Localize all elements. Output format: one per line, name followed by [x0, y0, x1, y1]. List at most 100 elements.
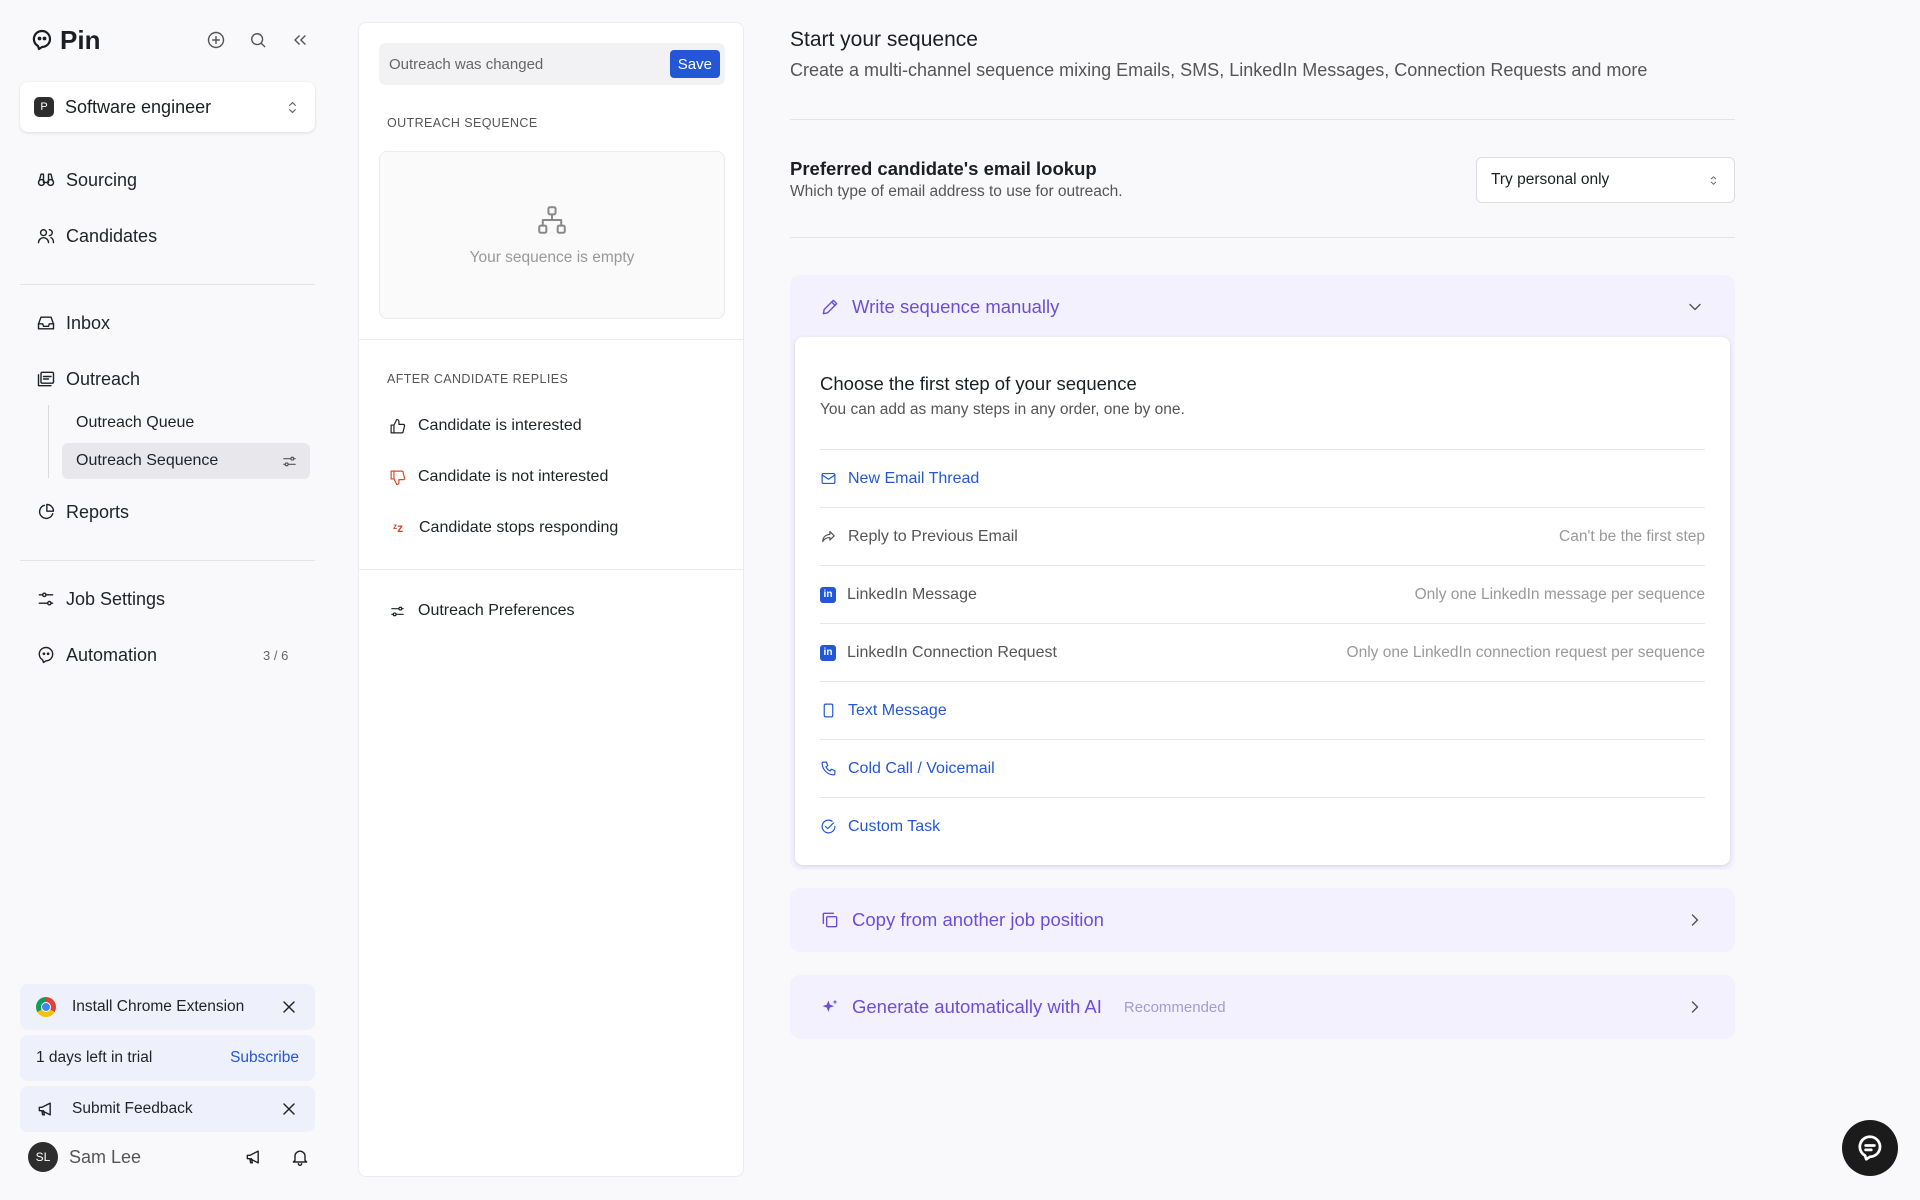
select-value: Try personal only — [1491, 171, 1610, 188]
chevron-updown-icon — [289, 101, 296, 113]
app-name: Pin — [60, 24, 101, 55]
step-title: Choose the first step of your sequence — [820, 373, 1137, 394]
step-note: Only one LinkedIn message per sequence — [1414, 585, 1705, 603]
step-linkedin-connection: in LinkedIn Connection Request Only one … — [820, 623, 1705, 681]
step-reply-previous-email: Reply to Previous Email Can't be the fir… — [820, 507, 1705, 565]
nav-outreach[interactable]: Outreach — [36, 363, 140, 395]
step-custom-task[interactable]: Custom Task — [820, 797, 1705, 855]
nav-reports[interactable]: Reports — [36, 496, 129, 528]
logo-row: Pin — [30, 22, 310, 58]
automation-count: 3 / 6 — [263, 647, 289, 663]
step-label: Cold Call / Voicemail — [848, 759, 995, 777]
reply-interested[interactable]: Candidate is interested — [389, 411, 582, 441]
search-icon[interactable] — [248, 30, 268, 50]
page-subtitle: Create a multi-channel sequence mixing E… — [790, 60, 1648, 80]
step-label: LinkedIn Message — [847, 585, 977, 603]
megaphone-icon — [38, 1102, 51, 1116]
job-badge: P — [34, 97, 54, 117]
ai-accordion[interactable]: Generate automatically with AI Recommend… — [790, 975, 1735, 1039]
pie-chart-icon — [38, 503, 55, 520]
step-list: New Email Thread Reply to Previous Email… — [820, 449, 1705, 855]
outreach-icon — [37, 371, 55, 387]
settings-sliders-icon — [38, 592, 54, 606]
changed-bar: Outreach was changed Save — [379, 43, 725, 85]
step-cold-call[interactable]: Cold Call / Voicemail — [820, 739, 1705, 797]
chevron-updown-icon — [1710, 175, 1717, 185]
user-row: SL Sam Lee — [28, 1140, 310, 1174]
step-subtitle: You can add as many steps in any order, … — [820, 401, 1185, 418]
reply-label: Candidate stops responding — [419, 519, 619, 536]
accordion-label: Copy from another job position — [852, 909, 1104, 930]
megaphone-icon[interactable] — [244, 1147, 264, 1167]
chevron-right-icon — [1691, 1001, 1699, 1013]
subscribe-link[interactable]: Subscribe — [230, 1049, 299, 1067]
nav-label: Outreach — [66, 368, 141, 389]
chat-support-button[interactable] — [1842, 1120, 1898, 1176]
binoculars-icon — [37, 173, 55, 187]
step-label: Text Message — [848, 701, 947, 719]
section-label: AFTER CANDIDATE REPLIES — [387, 372, 569, 386]
close-icon[interactable] — [279, 1099, 299, 1119]
app-logo[interactable]: Pin — [30, 25, 100, 56]
phone-device-icon — [823, 703, 834, 718]
manual-accordion-header[interactable]: Write sequence manually — [790, 275, 1735, 339]
email-lookup-select[interactable]: Try personal only — [1476, 157, 1735, 203]
main-divider — [790, 119, 1735, 120]
nav-sourcing[interactable]: Sourcing — [36, 164, 137, 196]
promo-label: Submit Feedback — [72, 1100, 193, 1117]
trial-banner: 1 days left in trial Subscribe — [20, 1035, 315, 1081]
empty-sequence: Your sequence is empty — [379, 151, 725, 319]
promo-label: Install Chrome Extension — [72, 998, 245, 1015]
step-linkedin-message: in LinkedIn Message Only one LinkedIn me… — [820, 565, 1705, 623]
sidebar-divider — [20, 284, 315, 285]
nav-outreach-sequence[interactable]: Outreach Sequence — [62, 443, 310, 479]
ai-accordion-header[interactable]: Generate automatically with AI Recommend… — [790, 975, 1735, 1039]
step-note: Only one LinkedIn connection request per… — [1346, 643, 1705, 661]
panel-divider — [359, 339, 743, 340]
sliders-icon — [391, 606, 404, 616]
reply-not-interested[interactable]: Candidate is not interested — [389, 462, 608, 492]
close-icon[interactable] — [279, 997, 299, 1017]
step-note: Can't be the first step — [1559, 527, 1705, 545]
job-selector[interactable]: P Software engineer — [20, 82, 315, 132]
feedback-banner[interactable]: Submit Feedback — [20, 1086, 315, 1132]
nav-inbox[interactable]: Inbox — [36, 307, 110, 339]
bell-icon[interactable] — [290, 1147, 310, 1167]
step-label: New Email Thread — [848, 469, 980, 487]
nav-outreach-queue[interactable]: Outreach Queue — [48, 405, 296, 441]
add-circle-icon[interactable] — [206, 30, 226, 50]
pin-logo-icon — [32, 29, 52, 51]
step-text-message[interactable]: Text Message — [820, 681, 1705, 739]
nav-job-settings[interactable]: Job Settings — [36, 583, 165, 615]
nav-label: Candidates — [66, 225, 158, 246]
reply-stops-responding[interactable]: ᶻz Candidate stops responding — [389, 513, 618, 543]
mail-icon — [821, 472, 836, 485]
save-button[interactable]: Save — [669, 50, 720, 78]
copy-accordion[interactable]: Copy from another job position — [790, 888, 1735, 952]
nav-candidates[interactable]: Candidates — [36, 220, 157, 252]
phone-call-icon — [821, 761, 836, 776]
collapse-sidebar-icon[interactable] — [290, 30, 310, 50]
trial-text: 1 days left in trial — [36, 1049, 153, 1066]
recommended-badge: Recommended — [1123, 998, 1226, 1016]
copy-accordion-header[interactable]: Copy from another job position — [790, 888, 1735, 952]
chrome-extension-banner[interactable]: Install Chrome Extension — [20, 984, 315, 1030]
users-icon — [37, 229, 55, 244]
reply-icon — [822, 530, 835, 543]
step-new-email-thread[interactable]: New Email Thread — [820, 449, 1705, 507]
avatar[interactable]: SL — [28, 1142, 58, 1172]
nav-automation[interactable]: Automation 3 / 6 — [36, 639, 296, 671]
changed-text: Outreach was changed — [389, 55, 544, 73]
step-label: Custom Task — [848, 817, 941, 835]
sliders-icon[interactable] — [281, 453, 298, 470]
outreach-preferences[interactable]: Outreach Preferences — [389, 596, 575, 626]
sparkles-icon — [822, 999, 838, 1012]
sidebar-divider — [20, 560, 315, 561]
job-name: Software engineer — [65, 96, 212, 117]
section-label: OUTREACH SEQUENCE — [387, 116, 538, 130]
step-label: LinkedIn Connection Request — [847, 643, 1057, 661]
nav-label: Sourcing — [66, 169, 138, 190]
user-name[interactable]: Sam Lee — [69, 1147, 141, 1168]
pref-subtitle: Which type of email address to use for o… — [790, 183, 1123, 200]
nav-label: Job Settings — [66, 588, 166, 609]
